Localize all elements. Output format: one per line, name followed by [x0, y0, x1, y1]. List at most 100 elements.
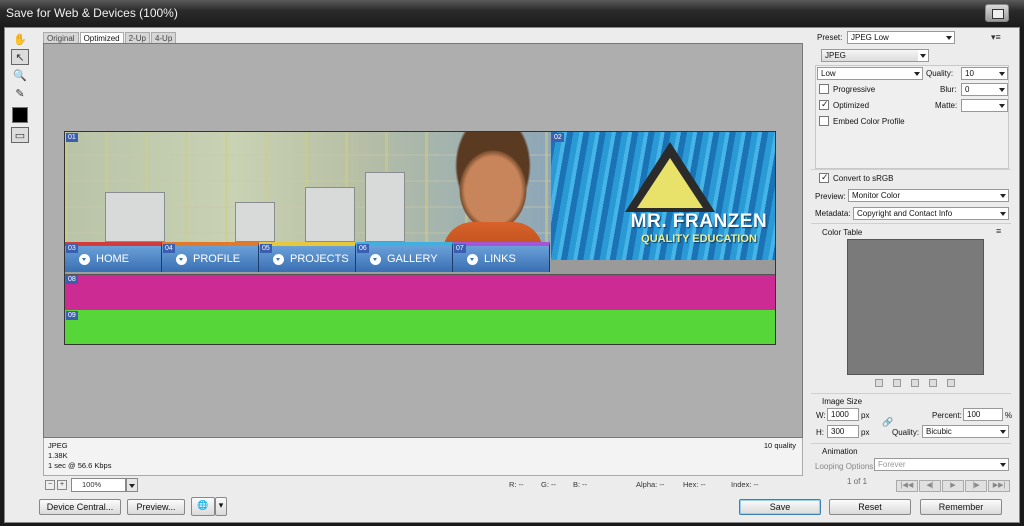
- tab-original[interactable]: Original: [43, 32, 79, 43]
- slice-label[interactable]: 09: [66, 311, 78, 320]
- metadata-label: Metadata:: [815, 209, 851, 218]
- readout-alpha: Alpha: --: [636, 480, 665, 489]
- zoom-dropdown-icon[interactable]: [126, 478, 138, 492]
- tab-4-up[interactable]: 4-Up: [150, 32, 177, 43]
- embed-color-profile-checkbox[interactable]: [819, 116, 829, 126]
- preset-select[interactable]: JPEG Low: [847, 31, 955, 44]
- status-bar: − + 100% R: -- G: -- B: -- Alpha: -- Hex…: [41, 478, 805, 492]
- nav-profile: PROFILE: [162, 242, 259, 272]
- restore-icon[interactable]: [985, 4, 1009, 22]
- shift-color-icon[interactable]: [911, 379, 919, 387]
- color-table-menu-icon[interactable]: ≡: [996, 226, 1001, 236]
- reset-button[interactable]: Reset: [829, 499, 911, 515]
- lock-color-icon[interactable]: [893, 379, 901, 387]
- slice-label[interactable]: 03: [66, 244, 78, 253]
- browser-dropdown-icon[interactable]: ▾: [215, 497, 227, 516]
- blur-field[interactable]: 0: [961, 83, 1008, 96]
- preview-select[interactable]: Monitor Color: [848, 189, 1009, 202]
- chevron-down-icon: [370, 253, 381, 265]
- height-label: H:: [816, 428, 824, 437]
- next-frame-icon[interactable]: |▶: [965, 480, 987, 492]
- nav-home: HOME: [65, 242, 162, 272]
- convert-srgb-checkbox[interactable]: [819, 172, 829, 183]
- animation-label: Animation: [822, 447, 858, 456]
- preset-label: Preset:: [817, 33, 843, 42]
- color-table-label: Color Table: [822, 228, 863, 237]
- save-button[interactable]: Save: [739, 499, 821, 515]
- zoom-level-field[interactable]: 100%: [71, 478, 126, 492]
- browser-icon[interactable]: 🌐: [191, 497, 215, 516]
- play-icon[interactable]: ▶: [942, 480, 964, 492]
- slice-label[interactable]: 07: [454, 244, 466, 253]
- chevron-down-icon: [998, 426, 1008, 437]
- quality-field[interactable]: 10: [961, 67, 1008, 80]
- slice-label[interactable]: 06: [357, 244, 369, 253]
- progressive-label: Progressive: [833, 85, 876, 94]
- zoom-tool-icon[interactable]: 🔍: [11, 67, 29, 83]
- info-quality: 10 quality: [763, 441, 796, 450]
- matte-select[interactable]: [961, 99, 1008, 112]
- percent-field[interactable]: 100: [963, 408, 1003, 421]
- width-unit: px: [861, 411, 870, 420]
- frame-counter: 1 of 1: [847, 477, 868, 486]
- chevron-down-icon: [79, 253, 90, 265]
- height-field[interactable]: 300: [827, 425, 859, 438]
- tab-optimized[interactable]: Optimized: [79, 32, 124, 43]
- remember-button[interactable]: Remember: [920, 499, 1002, 515]
- magenta-slice-area: [65, 274, 775, 310]
- last-frame-icon[interactable]: ▶▶|: [988, 480, 1010, 492]
- looping-options-label: Looping Options:: [815, 462, 876, 471]
- chevron-down-icon: [918, 50, 928, 61]
- green-slice-area: [65, 310, 775, 344]
- chevron-down-icon: [912, 68, 922, 79]
- preview-label: Preview:: [815, 192, 846, 201]
- color-table: [847, 239, 984, 375]
- new-color-icon[interactable]: [929, 379, 937, 387]
- device-central-button[interactable]: Device Central...: [39, 499, 121, 515]
- zoom-in-button[interactable]: +: [57, 480, 67, 490]
- eyedropper-tool-icon[interactable]: ✎: [11, 85, 29, 101]
- nav-links: LINKS: [453, 242, 550, 272]
- chevron-down-icon: [998, 190, 1008, 201]
- prev-frame-icon[interactable]: ◀|: [919, 480, 941, 492]
- convert-srgb-label: Convert to sRGB: [833, 174, 894, 183]
- resample-select[interactable]: Bicubic: [922, 425, 1009, 438]
- width-field[interactable]: 1000: [827, 408, 859, 421]
- readout-hex: Hex: --: [683, 480, 706, 489]
- window-title: Save for Web & Devices (100%): [6, 6, 178, 20]
- chevron-down-icon: [176, 253, 187, 265]
- width-label: W:: [816, 411, 826, 420]
- preview-button[interactable]: Preview...: [127, 499, 185, 515]
- slice-select-tool-icon[interactable]: ↖: [11, 49, 29, 65]
- chevron-down-icon: [997, 84, 1007, 95]
- metadata-select[interactable]: Copyright and Contact Info: [853, 207, 1009, 220]
- optimize-menu-icon[interactable]: ▾≡: [991, 32, 1001, 43]
- hand-tool-icon[interactable]: ✋: [11, 31, 29, 47]
- trash-icon[interactable]: [947, 379, 955, 387]
- slice-label[interactable]: 04: [163, 244, 175, 253]
- preview-canvas[interactable]: MR. FRANZEN QUALITY EDUCATION HOME PROFI…: [43, 43, 803, 438]
- progressive-checkbox[interactable]: [819, 84, 829, 94]
- compression-quality-select[interactable]: Low: [817, 67, 923, 80]
- embed-color-profile-label: Embed Color Profile: [833, 117, 905, 126]
- brand-tagline: QUALITY EDUCATION: [641, 233, 757, 245]
- matte-label: Matte:: [935, 101, 958, 110]
- looping-options-select[interactable]: Forever: [874, 458, 1009, 471]
- first-frame-icon[interactable]: |◀◀: [896, 480, 918, 492]
- tab-2-up[interactable]: 2-Up: [124, 32, 150, 43]
- slice-label[interactable]: 01: [66, 133, 78, 142]
- zoom-out-button[interactable]: −: [45, 480, 55, 490]
- optimized-checkbox[interactable]: [819, 99, 829, 110]
- slice-label[interactable]: 08: [66, 275, 78, 284]
- web-snap-icon[interactable]: [875, 379, 883, 387]
- chevron-down-icon: [273, 253, 284, 265]
- format-select[interactable]: JPEG: [821, 49, 929, 62]
- slice-label[interactable]: 02: [552, 133, 564, 142]
- toggle-slices-icon[interactable]: ▭: [11, 127, 29, 143]
- chevron-down-icon: [944, 32, 954, 43]
- toolbox: ✋ ↖ 🔍 ✎ ▭: [11, 31, 31, 145]
- constrain-proportions-icon[interactable]: 🔗: [882, 417, 893, 428]
- eyedropper-color-swatch[interactable]: [12, 107, 28, 123]
- save-for-web-dialog: ✋ ↖ 🔍 ✎ ▭ Original Optimized 2-Up 4-Up M…: [4, 27, 1020, 523]
- slice-label[interactable]: 05: [260, 244, 272, 253]
